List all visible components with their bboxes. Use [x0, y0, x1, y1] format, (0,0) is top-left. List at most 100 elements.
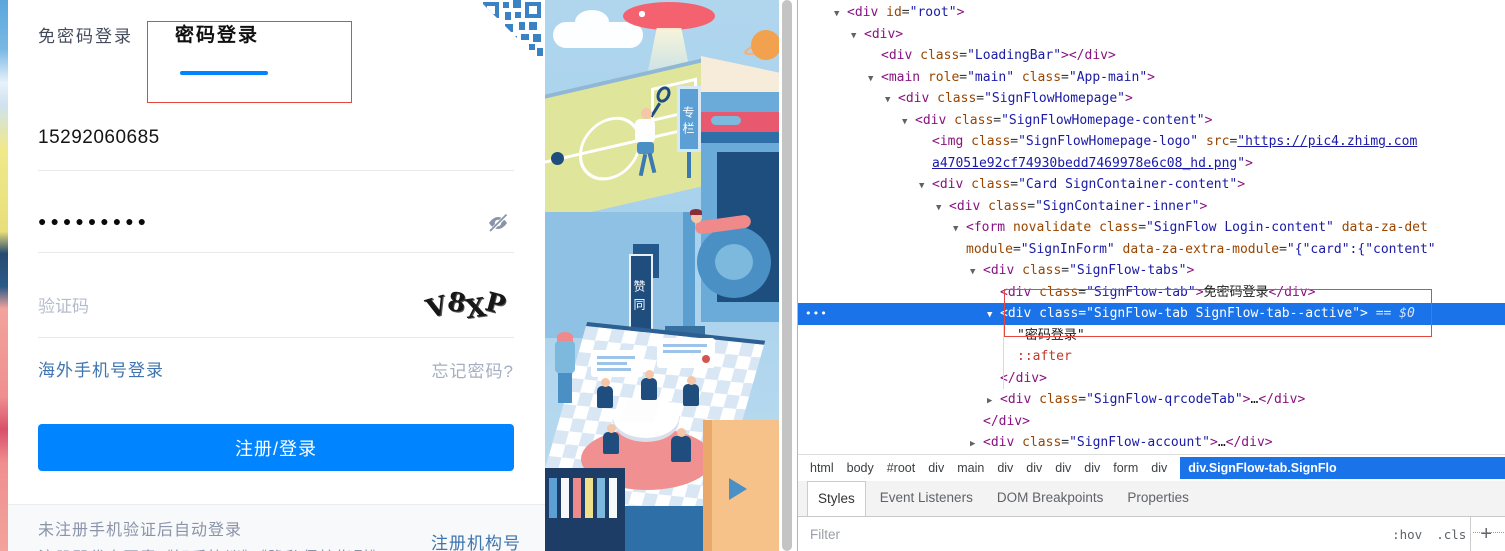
- dom-tree-line[interactable]: ▼ <div class="Card SignContainer-content"…: [798, 174, 1505, 196]
- breadcrumb-item-selected[interactable]: div.SignFlow-tab.SignFlo: [1180, 457, 1505, 479]
- dom-tree-line[interactable]: </div>: [798, 411, 1505, 433]
- speech-bubble: [591, 350, 643, 377]
- dom-tree-line[interactable]: ▶ <div class="SignFlow-account">…</div>: [798, 432, 1505, 454]
- breadcrumb-item[interactable]: div: [1055, 461, 1071, 475]
- soccer-ball: [551, 152, 564, 165]
- indent-guide: [1003, 325, 1004, 389]
- person: [597, 386, 613, 408]
- footer-note: 未注册手机验证后自动登录: [38, 522, 243, 539]
- dom-tree-line[interactable]: ▶ <div class="SignFlow-qrcodeTab">…</div>: [798, 389, 1505, 411]
- scrollbar-thumb[interactable]: [782, 0, 792, 551]
- dom-tree-line[interactable]: ▼ <div class="SignContainer-inner">: [798, 196, 1505, 218]
- expand-arrow-open-icon[interactable]: ▼: [902, 112, 915, 134]
- dom-tree-line[interactable]: <div class="LoadingBar"></div>: [798, 45, 1505, 67]
- new-style-rule-button[interactable]: +: [1480, 523, 1492, 546]
- devtools-tab-properties[interactable]: Properties: [1117, 481, 1199, 516]
- active-tab-underline: [180, 71, 268, 75]
- breadcrumb-item[interactable]: div: [997, 461, 1013, 475]
- building-left: [545, 212, 695, 338]
- qr-login-corner[interactable]: [479, 0, 545, 66]
- dom-tree-line[interactable]: ▼ <div>: [798, 24, 1505, 46]
- breadcrumb-item[interactable]: #root: [887, 461, 916, 475]
- breadcrumb-item[interactable]: form: [1113, 461, 1138, 475]
- planet-icon: [751, 30, 779, 60]
- dom-tree-line[interactable]: ▼ <div class="SignFlowHomepage-content">: [798, 110, 1505, 132]
- dotted-edge: [1473, 532, 1505, 533]
- expand-arrow-open-icon[interactable]: ▼: [834, 4, 847, 26]
- tab-passwordless-login[interactable]: 免密码登录: [38, 22, 133, 47]
- breadcrumb-item[interactable]: html: [810, 461, 834, 475]
- expand-arrow-open-icon[interactable]: ▼: [885, 90, 898, 112]
- password-input[interactable]: ●●●●●●●●●: [38, 213, 150, 229]
- dom-tree-line-selected[interactable]: ••• ▼ <div class="SignFlow-tab SignFlow-ta…: [798, 303, 1505, 325]
- styles-filter-row: Filter :hov .cls +: [798, 517, 1505, 551]
- breadcrumb-item[interactable]: div: [1026, 461, 1042, 475]
- dom-tree-line[interactable]: module="SignInForm" data-za-extra-module…: [798, 239, 1505, 261]
- styles-filter-input[interactable]: Filter: [810, 527, 1392, 542]
- screen: 免密码登录 密码登录 15292060685 ●●●●●●●●● 验证码 V8X…: [0, 0, 1505, 551]
- dom-tree-line[interactable]: <img class="SignFlowHomepage-logo" src="…: [798, 131, 1505, 153]
- devtools-panel: ▼ <div id="root"> ▼ <div> <div class="Loadin…: [797, 0, 1505, 551]
- dom-tree-line[interactable]: ▼ <form novalidate class="SignFlow Login-…: [798, 217, 1505, 239]
- devtools-tab-event-listeners[interactable]: Event Listeners: [870, 481, 983, 516]
- devtools-tab-dom-breakpoints[interactable]: DOM Breakpoints: [987, 481, 1114, 516]
- breadcrumb-item[interactable]: main: [957, 461, 984, 475]
- dom-tree-line[interactable]: </div>: [798, 368, 1505, 390]
- person: [603, 432, 619, 454]
- login-footer: 未注册手机验证后自动登录 注册即代表同意《知乎协议》《隐私保护指引》 注册机构号: [8, 504, 545, 551]
- speech-bubble: [657, 338, 715, 368]
- divider: [38, 252, 514, 253]
- breadcrumb-item[interactable]: div: [928, 461, 944, 475]
- person: [683, 384, 699, 406]
- dom-tree-line[interactable]: <div class="SignFlow-tab">免密码登录</div>: [798, 282, 1505, 304]
- register-org-link[interactable]: 注册机构号: [431, 529, 521, 551]
- expand-arrow-closed-icon[interactable]: ▶: [987, 391, 1000, 413]
- footer-agreement: 注册即代表同意《知乎协议》《隐私保护指引》: [38, 544, 387, 551]
- dom-tree-line[interactable]: "密码登录": [798, 325, 1505, 347]
- register-login-button[interactable]: 注册/登录: [38, 424, 514, 471]
- breadcrumb: html body #root div main div div div div form div d…: [798, 454, 1505, 481]
- toggle-password-visibility-icon[interactable]: [486, 211, 510, 235]
- expand-arrow-open-icon[interactable]: ▼: [868, 69, 881, 91]
- breadcrumb-item[interactable]: div: [1084, 461, 1100, 475]
- breadcrumb-item[interactable]: body: [847, 461, 874, 475]
- page-scrollbar[interactable]: [779, 0, 797, 551]
- tennis-player: [641, 108, 652, 119]
- expand-arrow-open-icon[interactable]: ▼: [936, 198, 949, 220]
- forgot-password-link[interactable]: 忘记密码?: [432, 357, 514, 382]
- divider: [1470, 517, 1471, 551]
- dom-tree-line[interactable]: ▼ <div class="SignFlow-tabs">: [798, 260, 1505, 282]
- tab-password-login[interactable]: 密码登录: [175, 20, 259, 47]
- breadcrumb-item[interactable]: div: [1151, 461, 1167, 475]
- divider: [38, 337, 514, 338]
- expand-arrow-closed-icon[interactable]: ▶: [970, 434, 983, 454]
- expand-arrow-open-icon[interactable]: ▼: [851, 26, 864, 48]
- expand-arrow-open-icon[interactable]: ▼: [919, 176, 932, 198]
- dom-tree-line[interactable]: a47051e92cf74930bedd7469978e6c08_hd.png"…: [798, 153, 1505, 175]
- selected-line-gutter-dots: •••: [805, 307, 828, 320]
- expand-arrow-open-icon[interactable]: ▼: [953, 219, 966, 241]
- qr-code-icon: [479, 0, 545, 66]
- person: [671, 436, 691, 462]
- expand-arrow-open-icon[interactable]: ▼: [970, 262, 983, 284]
- dom-tree-line[interactable]: ▼ <div id="root">: [798, 2, 1505, 24]
- expand-arrow-open-icon[interactable]: ▼: [987, 305, 1000, 327]
- column-sign: 专栏: [677, 86, 701, 152]
- ufo-icon: [623, 2, 715, 30]
- toggle-hover-state-button[interactable]: :hov: [1392, 527, 1422, 542]
- toggle-classes-button[interactable]: .cls: [1436, 527, 1466, 542]
- flag-sign: 赞同: [629, 254, 653, 334]
- overseas-phone-login-link[interactable]: 海外手机号登录: [38, 356, 164, 381]
- login-tabs: 免密码登录 密码登录: [38, 20, 259, 47]
- dom-tree-line[interactable]: ▼ <div class="SignFlowHomepage">: [798, 88, 1505, 110]
- devtools-tab-styles[interactable]: Styles: [807, 481, 866, 516]
- left-illustration-sliver: [0, 0, 8, 551]
- dom-tree-line[interactable]: ▼ <main role="main" class="App-main">: [798, 67, 1505, 89]
- dom-tree: ▼ <div id="root"> ▼ <div> <div class="Loadin…: [798, 0, 1505, 454]
- login-card: 免密码登录 密码登录 15292060685 ●●●●●●●●● 验证码 V8X…: [8, 0, 545, 551]
- captcha-input[interactable]: 验证码: [38, 292, 89, 317]
- captcha-image[interactable]: V8XP: [412, 283, 519, 328]
- play-triangle: [729, 478, 747, 500]
- dom-tree-line[interactable]: ::after: [798, 346, 1505, 368]
- phone-input[interactable]: 15292060685: [38, 127, 160, 149]
